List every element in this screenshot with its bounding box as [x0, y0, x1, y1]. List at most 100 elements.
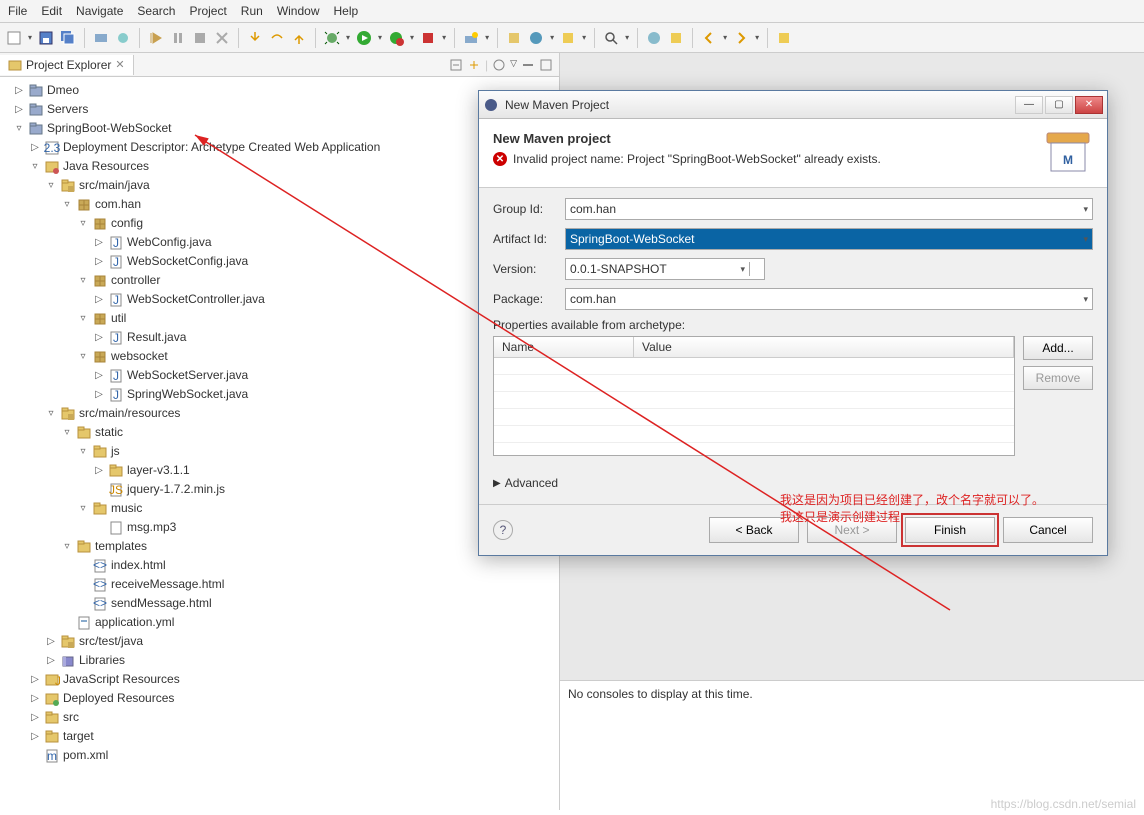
tree-node[interactable]: ▷target [0, 727, 559, 746]
tree-arrow-icon[interactable]: ▷ [93, 462, 105, 479]
tree-arrow-icon[interactable]: ▿ [45, 405, 57, 422]
debug-skip-icon[interactable] [148, 30, 164, 46]
props-col-value[interactable]: Value [634, 337, 1014, 357]
tree-arrow-icon[interactable]: ▿ [77, 310, 89, 327]
props-col-name[interactable]: Name [494, 337, 634, 357]
tree-node[interactable]: JSjquery-1.7.2.min.js [0, 480, 559, 499]
project-explorer-tab[interactable]: Project Explorer ✕ [0, 55, 134, 75]
debug-icon[interactable] [324, 30, 340, 46]
nav-fwd-icon[interactable] [733, 30, 749, 46]
menu-file[interactable]: File [8, 4, 27, 18]
tree-node[interactable]: application.yml [0, 613, 559, 632]
new-package-icon[interactable] [506, 30, 522, 46]
tool-icon-2[interactable] [115, 30, 131, 46]
props-table[interactable]: Name Value [493, 336, 1015, 456]
tree-node[interactable]: ▿com.han [0, 195, 559, 214]
debug-stop-icon[interactable] [192, 30, 208, 46]
tree-arrow-icon[interactable]: ▿ [61, 424, 73, 441]
tree-node[interactable]: ▷JWebSocketController.java [0, 290, 559, 309]
tree-arrow-icon[interactable]: ▿ [29, 158, 41, 175]
add-button[interactable]: Add... [1023, 336, 1093, 360]
collapse-icon[interactable] [449, 58, 463, 72]
remove-button[interactable]: Remove [1023, 366, 1093, 390]
tree-node[interactable]: <>sendMessage.html [0, 594, 559, 613]
tree-node[interactable]: mpom.xml [0, 746, 559, 765]
debug-disconnect-icon[interactable] [214, 30, 230, 46]
tree-node[interactable]: ▿src/main/resources [0, 404, 559, 423]
tree-node[interactable]: ▷Dmeo [0, 81, 559, 100]
close-button[interactable]: ✕ [1075, 96, 1103, 114]
tree-arrow-icon[interactable]: ▿ [61, 196, 73, 213]
tree-arrow-icon[interactable]: ▿ [77, 272, 89, 289]
tree-node[interactable]: <>receiveMessage.html [0, 575, 559, 594]
tree-node[interactable]: ▷layer-v3.1.1 [0, 461, 559, 480]
tree-node[interactable]: ▿SpringBoot-WebSocket [0, 119, 559, 138]
tree-arrow-icon[interactable]: ▿ [13, 120, 25, 137]
debug-pause-icon[interactable] [170, 30, 186, 46]
new-icon[interactable] [6, 30, 22, 46]
tree-node[interactable]: ▿util [0, 309, 559, 328]
run-icon[interactable] [356, 30, 372, 46]
menu-run[interactable]: Run [241, 4, 263, 18]
advanced-section[interactable]: ▶ Advanced [493, 476, 1093, 490]
nav-back-icon[interactable] [701, 30, 717, 46]
minimize-button[interactable]: — [1015, 96, 1043, 114]
close-icon[interactable]: ✕ [115, 58, 124, 71]
menu-window[interactable]: Window [277, 4, 320, 18]
tree-arrow-icon[interactable]: ▷ [93, 291, 105, 308]
save-icon[interactable] [38, 30, 54, 46]
version-input[interactable]: 0.0.1-SNAPSHOT [565, 258, 765, 280]
pin-icon[interactable] [776, 30, 792, 46]
tree-node[interactable]: ▷Libraries [0, 651, 559, 670]
maximize-icon[interactable] [539, 58, 553, 72]
tree-node[interactable]: ▿music [0, 499, 559, 518]
tree-arrow-icon[interactable]: ▷ [29, 728, 41, 745]
package-input[interactable]: com.han [565, 288, 1093, 310]
tree-arrow-icon[interactable]: ▿ [45, 177, 57, 194]
menu-project[interactable]: Project [189, 4, 226, 18]
tree-arrow-icon[interactable]: ▷ [29, 671, 41, 688]
menu-navigate[interactable]: Navigate [76, 4, 123, 18]
focus-icon[interactable] [492, 58, 506, 72]
tree-arrow-icon[interactable]: ▿ [77, 443, 89, 460]
tree-node[interactable]: ▷JSJavaScript Resources [0, 670, 559, 689]
tree-arrow-icon[interactable]: ▿ [61, 538, 73, 555]
tree-node[interactable]: ▷JWebSocketServer.java [0, 366, 559, 385]
minimize-icon[interactable] [521, 58, 535, 72]
prefs-icon[interactable] [668, 30, 684, 46]
open-type-icon[interactable] [560, 30, 576, 46]
tree-node[interactable]: ▷Servers [0, 100, 559, 119]
run-server-icon[interactable] [388, 30, 404, 46]
tree-node[interactable]: ▿static [0, 423, 559, 442]
tree-node[interactable]: ▷JWebSocketConfig.java [0, 252, 559, 271]
tree-node[interactable]: ▿src/main/java [0, 176, 559, 195]
search-icon[interactable] [603, 30, 619, 46]
new-server-icon[interactable] [463, 30, 479, 46]
tree-node[interactable]: ▷Deployed Resources [0, 689, 559, 708]
tree-node[interactable]: <>index.html [0, 556, 559, 575]
tree-node[interactable]: ▿Java Resources [0, 157, 559, 176]
tree-node[interactable]: ▷2.3Deployment Descriptor: Archetype Cre… [0, 138, 559, 157]
step-return-icon[interactable] [291, 30, 307, 46]
tree-arrow-icon[interactable]: ▷ [45, 633, 57, 650]
globe-icon[interactable] [646, 30, 662, 46]
tree-arrow-icon[interactable]: ▷ [93, 329, 105, 346]
step-over-icon[interactable] [269, 30, 285, 46]
tree-arrow-icon[interactable]: ▷ [93, 367, 105, 384]
tree-node[interactable]: ▿js [0, 442, 559, 461]
tree-node[interactable]: ▿websocket [0, 347, 559, 366]
tree-arrow-icon[interactable]: ▷ [45, 652, 57, 669]
save-all-icon[interactable] [60, 30, 76, 46]
tree-arrow-icon[interactable]: ▿ [77, 348, 89, 365]
artifact-id-input[interactable]: SpringBoot-WebSocket [565, 228, 1093, 250]
tree-node[interactable]: msg.mp3 [0, 518, 559, 537]
view-menu-icon[interactable]: ▽ [510, 58, 517, 72]
tree-arrow-icon[interactable]: ▿ [77, 500, 89, 517]
ext-tools-icon[interactable] [420, 30, 436, 46]
group-id-input[interactable]: com.han [565, 198, 1093, 220]
step-into-icon[interactable] [247, 30, 263, 46]
new-class-icon[interactable] [528, 30, 544, 46]
help-icon[interactable]: ? [493, 520, 513, 540]
tool-icon[interactable] [93, 30, 109, 46]
tree-node[interactable]: ▷JResult.java [0, 328, 559, 347]
